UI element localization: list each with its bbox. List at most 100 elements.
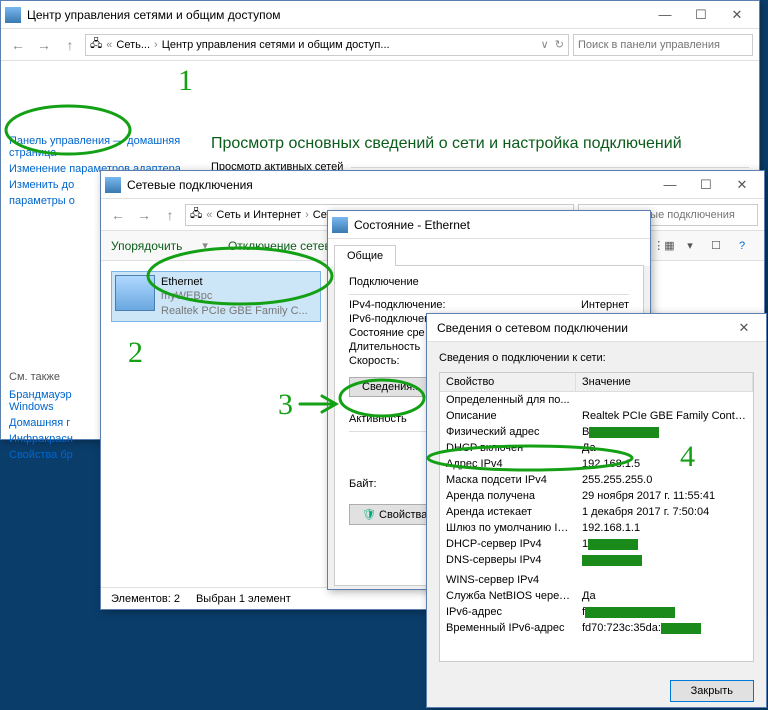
view-menu-icon[interactable]: ⋮▦ — [652, 235, 676, 257]
maximize-button[interactable]: ☐ — [688, 172, 724, 198]
media-state-label: Состояние сре — [349, 327, 425, 339]
close-button[interactable]: ✕ — [726, 315, 762, 341]
breadcrumb-seg[interactable]: Центр управления сетями и общим доступ..… — [162, 39, 390, 51]
table-row: DNS-серверы IPv4 — [440, 552, 753, 568]
preview-pane-icon[interactable]: ☐ — [704, 235, 728, 257]
minimize-button[interactable]: — — [652, 172, 688, 198]
adapter-ethernet[interactable]: Ethernet myWEBpc Realtek PCIe GBE Family… — [111, 271, 321, 322]
prop-key: IPv6-адрес — [440, 604, 576, 620]
help-icon[interactable]: ? — [730, 235, 754, 257]
table-row: WINS-сервер IPv4 — [440, 572, 753, 588]
adapter-network: myWEBpc — [161, 289, 308, 303]
col-value[interactable]: Значение — [576, 373, 753, 391]
details-hint: Сведения о подключении к сети: — [439, 352, 754, 364]
prop-value: 1 — [576, 536, 753, 552]
link-cp-home[interactable]: Панель управления — домашняя страница — [9, 135, 189, 159]
table-row: IPv6-адресf — [440, 604, 753, 620]
search-box[interactable] — [573, 34, 753, 56]
prop-value: fd70:723c:35da: — [576, 620, 753, 636]
app-icon — [332, 217, 348, 233]
table-row: Маска подсети IPv4255.255.255.0 — [440, 472, 753, 488]
prop-key: DHCP включен — [440, 440, 576, 456]
prop-key: DHCP-сервер IPv4 — [440, 536, 576, 552]
prop-key: Определенный для по... — [440, 392, 576, 408]
table-row: Шлюз по умолчанию IP...192.168.1.1 — [440, 520, 753, 536]
tab-general[interactable]: Общие — [334, 245, 396, 266]
prop-value: f — [576, 604, 753, 620]
disable-device-cmd[interactable]: Отключение сетевог — [228, 239, 342, 253]
table-row: Аренда истекает1 декабря 2017 г. 7:50:04 — [440, 504, 753, 520]
breadcrumb-seg[interactable]: Сеть... — [116, 39, 150, 51]
prop-value — [576, 572, 753, 588]
path-icon: 🖧 — [190, 205, 202, 224]
titlebar: Сетевые подключения — ☐ ✕ — [101, 171, 764, 199]
back-button[interactable]: ← — [107, 204, 129, 226]
titlebar: Сведения о сетевом подключении ✕ — [427, 314, 766, 342]
prop-value — [576, 552, 753, 568]
prop-value: 192.168.1.1 — [576, 520, 753, 536]
window-title: Центр управления сетями и общим доступом — [27, 8, 647, 22]
ipv4-conn-value: Интернет — [581, 299, 629, 311]
bytes-label: Байт: — [349, 478, 377, 490]
table-row: DHCP-сервер IPv41 — [440, 536, 753, 552]
connection-details-window: Сведения о сетевом подключении ✕ Сведени… — [426, 313, 767, 708]
minimize-button[interactable]: — — [647, 2, 683, 28]
address-bar[interactable]: 🖧 « Сеть... › Центр управления сетями и … — [85, 34, 569, 56]
prop-value: B — [576, 424, 753, 440]
col-property[interactable]: Свойство — [440, 373, 576, 391]
organize-menu[interactable]: Упорядочить — [111, 239, 182, 253]
item-count: Элементов: 2 — [111, 593, 180, 605]
prop-value: Да — [576, 588, 753, 604]
table-row: ОписаниеRealtek PCIe GBE Family Controll… — [440, 408, 753, 424]
close-button[interactable]: ✕ — [719, 2, 755, 28]
table-row: Аренда получена29 ноября 2017 г. 11:55:4… — [440, 488, 753, 504]
prop-value: 1 декабря 2017 г. 7:50:04 — [576, 504, 753, 520]
prop-value: 192.168.1.5 — [576, 456, 753, 472]
page-heading: Просмотр основных сведений о сети и наст… — [211, 135, 749, 153]
prop-key: DNS-серверы IPv4 — [440, 552, 576, 568]
prop-value: Realtek PCIe GBE Family Controller — [576, 408, 753, 424]
connection-group-label: Подключение — [349, 276, 629, 288]
toolbar: ← → ↑ 🖧 « Сеть... › Центр управления сет… — [1, 29, 759, 61]
table-row: Адрес IPv4192.168.1.5 — [440, 456, 753, 472]
up-button[interactable]: ↑ — [159, 204, 181, 226]
search-input[interactable] — [578, 39, 748, 51]
forward-button[interactable]: → — [133, 204, 155, 226]
prop-key: Аренда истекает — [440, 504, 576, 520]
forward-button[interactable]: → — [33, 34, 55, 56]
prop-value — [576, 392, 753, 408]
view-menu-arrow[interactable]: ▾ — [678, 235, 702, 257]
window-title: Состояние - Ethernet — [354, 218, 646, 232]
prop-value: 29 ноября 2017 г. 11:55:41 — [576, 488, 753, 504]
back-button[interactable]: ← — [7, 34, 29, 56]
breadcrumb-seg[interactable]: Сеть и Интернет — [216, 209, 301, 221]
prop-value: 255.255.255.0 — [576, 472, 753, 488]
speed-label: Скорость: — [349, 355, 400, 367]
ipv4-conn-label: IPv4-подключение: — [349, 299, 446, 311]
selection-count: Выбран 1 элемент — [196, 593, 291, 605]
details-button[interactable]: Сведения... — [349, 377, 434, 397]
app-icon — [5, 7, 21, 23]
window-title: Сведения о сетевом подключении — [431, 321, 726, 335]
table-row: DHCP включенДа — [440, 440, 753, 456]
prop-key: Физический адрес — [440, 424, 576, 440]
prop-key: Аренда получена — [440, 488, 576, 504]
titlebar: Центр управления сетями и общим доступом… — [1, 1, 759, 29]
prop-key: Шлюз по умолчанию IP... — [440, 520, 576, 536]
tab-strip: Общие — [328, 239, 650, 266]
adapter-name: Ethernet — [161, 275, 308, 289]
table-row: Служба NetBIOS через...Да — [440, 588, 753, 604]
adapter-icon — [115, 275, 155, 311]
close-button[interactable]: ✕ — [724, 172, 760, 198]
properties-table: Свойство Значение Определенный для по...… — [439, 372, 754, 662]
close-details-button[interactable]: Закрыть — [670, 680, 754, 702]
app-icon — [105, 177, 121, 193]
up-button[interactable]: ↑ — [59, 34, 81, 56]
maximize-button[interactable]: ☐ — [683, 2, 719, 28]
table-row: Временный IPv6-адресfd70:723c:35da: — [440, 620, 753, 636]
prop-key: Описание — [440, 408, 576, 424]
titlebar: Состояние - Ethernet — [328, 211, 650, 239]
prop-key: Маска подсети IPv4 — [440, 472, 576, 488]
prop-key: Адрес IPv4 — [440, 456, 576, 472]
table-row: Физический адресB — [440, 424, 753, 440]
